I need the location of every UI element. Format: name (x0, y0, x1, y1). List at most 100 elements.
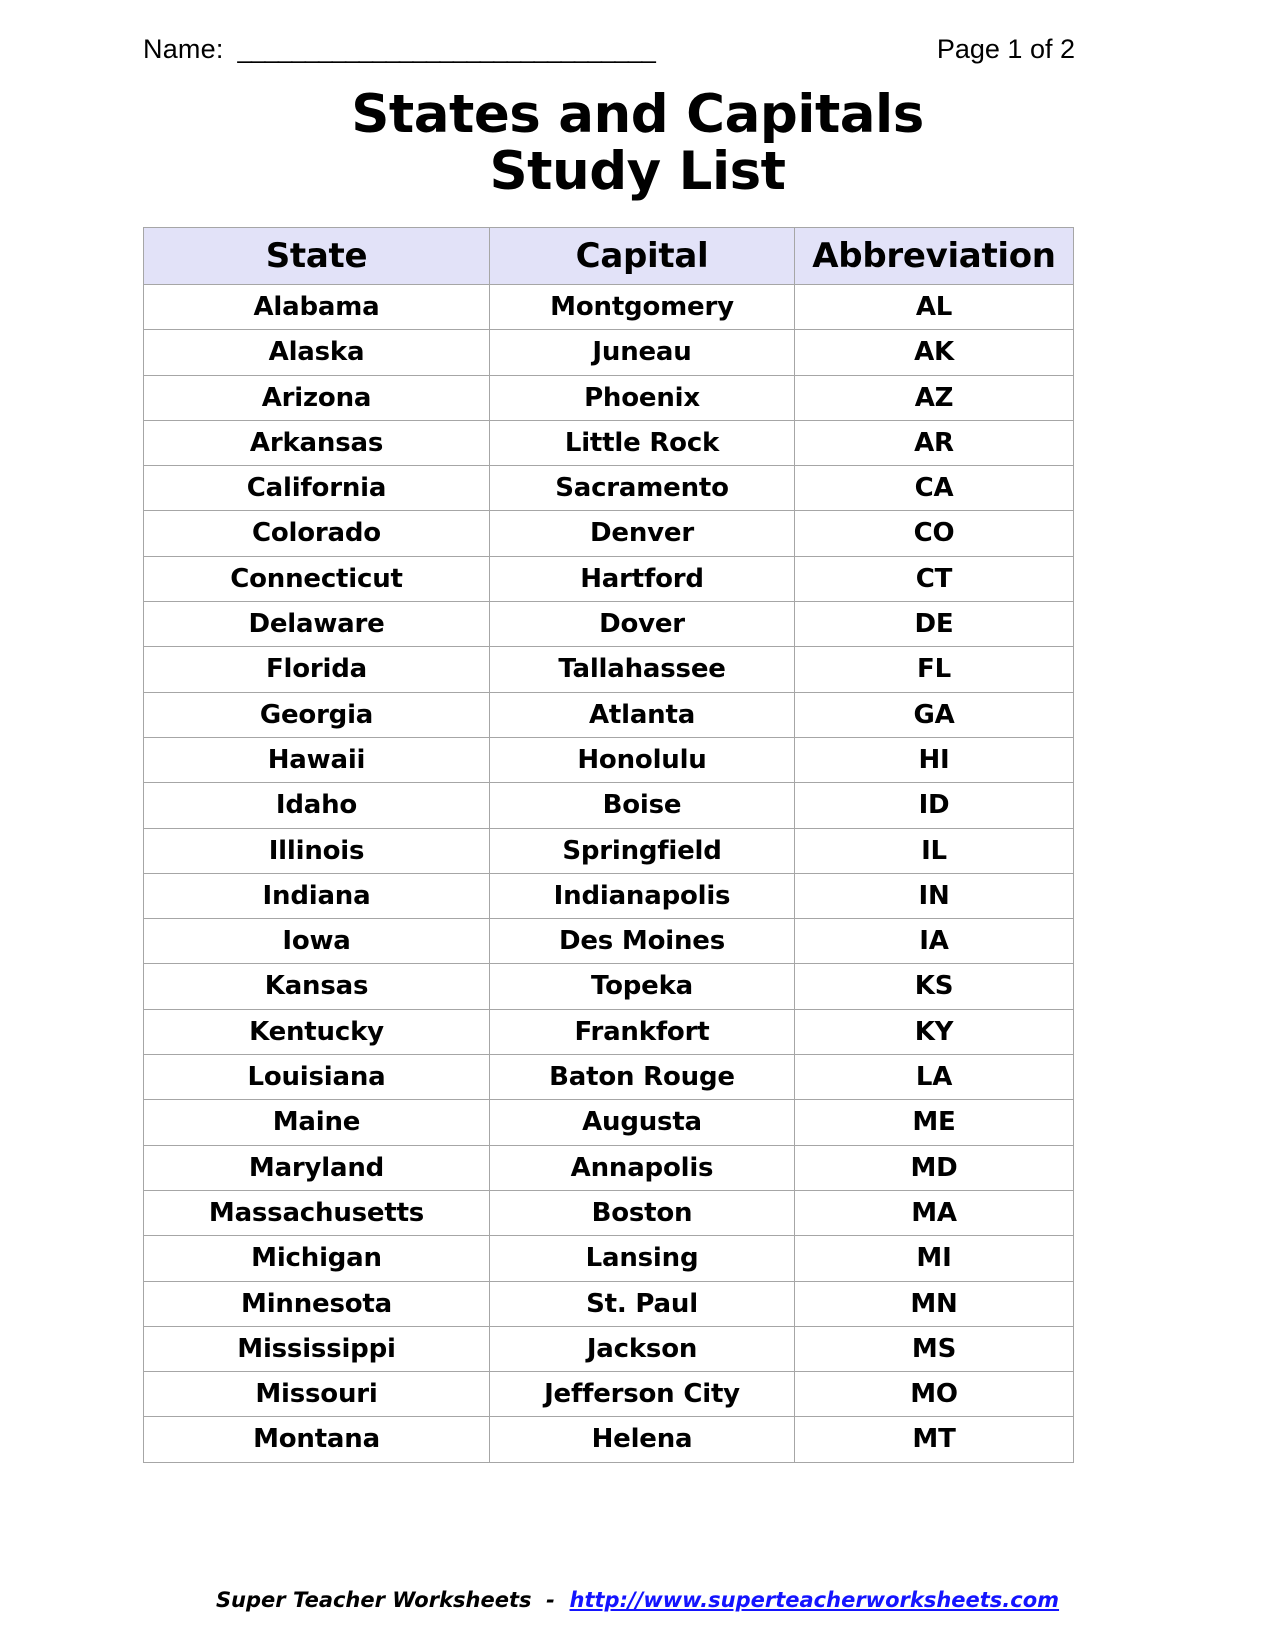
cell-state: Indiana (143, 872, 490, 920)
name-label: Name: (143, 34, 224, 64)
cell-abbreviation: IL (794, 827, 1074, 874)
cell-capital: Little Rock (489, 419, 795, 467)
page-title: States and Capitals Study List (0, 84, 1275, 203)
cell-capital: Hartford (489, 555, 795, 603)
cell-capital: Denver (489, 510, 795, 557)
page-header: Name: _______________________________ Pa… (143, 34, 1075, 65)
cell-capital: Tallahassee (489, 646, 795, 693)
cell-state: Massachusetts (143, 1189, 490, 1237)
cell-abbreviation: ID (794, 782, 1074, 829)
table-row: Maryland Annapolis MD (143, 1144, 1074, 1191)
cell-capital: Des Moines (489, 918, 795, 965)
cell-abbreviation: CO (794, 510, 1074, 557)
table-row: Idaho Boise ID (143, 782, 1074, 829)
table-row: Mississippi Jackson MS (143, 1325, 1074, 1373)
cell-state: Michigan (143, 1235, 490, 1282)
table-row: California Sacramento CA (143, 465, 1074, 512)
cell-state: Colorado (143, 510, 490, 557)
cell-capital: Juneau (489, 329, 795, 376)
cell-state: Kansas (143, 963, 490, 1010)
states-capitals-table: State Capital Abbreviation Alabama Montgo… (143, 227, 1074, 1463)
cell-abbreviation: CT (794, 555, 1074, 603)
cell-state: Montana (143, 1416, 490, 1463)
cell-abbreviation: MN (794, 1280, 1074, 1327)
table-row: Georgia Atlanta GA (143, 691, 1074, 738)
table-row: Florida Tallahassee FL (143, 646, 1074, 693)
table-row: Michigan Lansing MI (143, 1235, 1074, 1282)
table-row: Missouri Jefferson City MO (143, 1371, 1074, 1418)
page-title-line-1: States and Capitals (351, 84, 924, 145)
table-row: Minnesota St. Paul MN (143, 1280, 1074, 1327)
cell-state: Mississippi (143, 1325, 490, 1373)
cell-capital: Annapolis (489, 1144, 795, 1191)
footer-website-link[interactable]: http://www.superteacherworksheets.com (570, 1588, 1060, 1612)
cell-abbreviation: MD (794, 1144, 1074, 1191)
cell-state: Arizona (143, 374, 490, 421)
cell-state: Alabama (143, 283, 490, 331)
column-header-state: State (143, 227, 490, 285)
cell-capital: Baton Rouge (489, 1054, 795, 1101)
cell-abbreviation: KY (794, 1008, 1074, 1056)
cell-capital: Helena (489, 1416, 795, 1463)
cell-abbreviation: IN (794, 872, 1074, 920)
cell-capital: Augusta (489, 1099, 795, 1146)
table-row: Colorado Denver CO (143, 510, 1074, 557)
cell-abbreviation: MS (794, 1325, 1074, 1373)
table-row: Arkansas Little Rock AR (143, 419, 1074, 467)
cell-capital: Jackson (489, 1325, 795, 1373)
table-row: Hawaii Honolulu HI (143, 736, 1074, 784)
cell-abbreviation: GA (794, 691, 1074, 738)
cell-abbreviation: DE (794, 601, 1074, 648)
cell-state: Arkansas (143, 419, 490, 467)
cell-state: Alaska (143, 329, 490, 376)
table-row: Kansas Topeka KS (143, 963, 1074, 1010)
cell-capital: Phoenix (489, 374, 795, 421)
cell-capital: Springfield (489, 827, 795, 874)
cell-capital: Boise (489, 782, 795, 829)
cell-capital: Topeka (489, 963, 795, 1010)
cell-state: Florida (143, 646, 490, 693)
cell-state: Maine (143, 1099, 490, 1146)
column-header-abbreviation: Abbreviation (794, 227, 1074, 285)
table-row: Indiana Indianapolis IN (143, 872, 1074, 920)
cell-capital: Montgomery (489, 283, 795, 331)
cell-state: Missouri (143, 1371, 490, 1418)
cell-abbreviation: MA (794, 1189, 1074, 1237)
page-title-line-2: Study List (489, 141, 787, 203)
table-row: Louisiana Baton Rouge LA (143, 1054, 1074, 1101)
table-row: Alaska Juneau AK (143, 329, 1074, 376)
cell-abbreviation: AL (794, 283, 1074, 331)
cell-abbreviation: LA (794, 1054, 1074, 1101)
cell-abbreviation: MO (794, 1371, 1074, 1418)
table-row: Montana Helena MT (143, 1416, 1074, 1463)
cell-state: California (143, 465, 490, 512)
table-row: Maine Augusta ME (143, 1099, 1074, 1146)
cell-abbreviation: MI (794, 1235, 1074, 1282)
cell-abbreviation: MT (794, 1416, 1074, 1463)
cell-abbreviation: CA (794, 465, 1074, 512)
cell-capital: Boston (489, 1189, 795, 1237)
cell-capital: Indianapolis (489, 872, 795, 920)
cell-capital: Frankfort (489, 1008, 795, 1056)
cell-abbreviation: IA (794, 918, 1074, 965)
cell-state: Iowa (143, 918, 490, 965)
states-capitals-table-container: State Capital Abbreviation Alabama Montgo… (143, 227, 1074, 1463)
cell-state: Kentucky (143, 1008, 490, 1056)
table-row: Illinois Springfield IL (143, 827, 1074, 874)
cell-state: Louisiana (143, 1054, 490, 1101)
cell-state: Hawaii (143, 736, 490, 784)
name-field-group: Name: _______________________________ (143, 34, 656, 65)
cell-state: Maryland (143, 1144, 490, 1191)
cell-capital: Jefferson City (489, 1371, 795, 1418)
table-row: Massachusetts Boston MA (143, 1189, 1074, 1237)
cell-state: Illinois (143, 827, 490, 874)
cell-capital: St. Paul (489, 1280, 795, 1327)
cell-abbreviation: ME (794, 1099, 1074, 1146)
name-write-in-blank[interactable]: _______________________________ (238, 34, 656, 65)
cell-state: Georgia (143, 691, 490, 738)
cell-capital: Lansing (489, 1235, 795, 1282)
cell-abbreviation: HI (794, 736, 1074, 784)
page-number: Page 1 of 2 (936, 34, 1075, 64)
footer-brand-name: Super Teacher Worksheets (215, 1588, 532, 1612)
cell-abbreviation: AK (794, 329, 1074, 376)
